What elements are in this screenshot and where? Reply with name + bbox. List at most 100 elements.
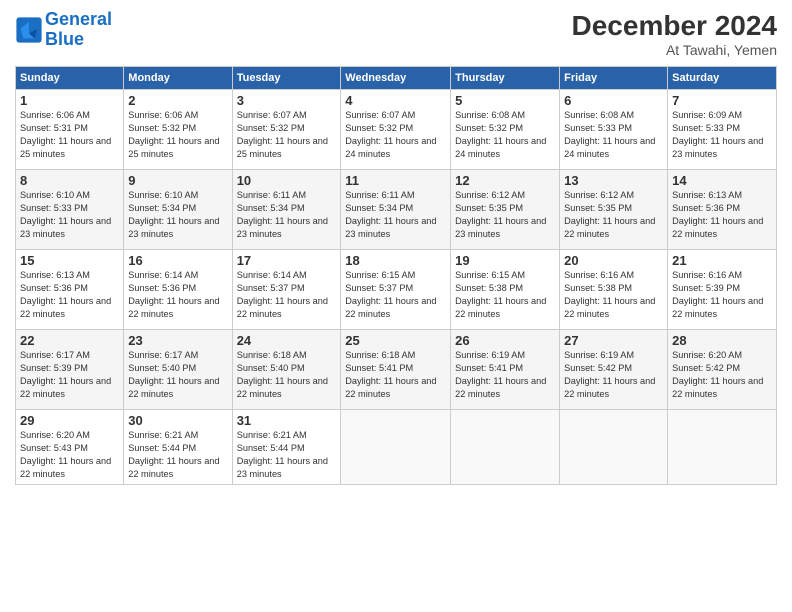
day-detail: Sunrise: 6:10 AMSunset: 5:34 PMDaylight:… — [128, 189, 227, 241]
col-sunday: Sunday — [16, 67, 124, 90]
calendar-week-3: 15 Sunrise: 6:13 AMSunset: 5:36 PMDaylig… — [16, 250, 777, 330]
calendar-cell — [560, 410, 668, 485]
calendar-cell: 23 Sunrise: 6:17 AMSunset: 5:40 PMDaylig… — [124, 330, 232, 410]
calendar-cell — [451, 410, 560, 485]
col-tuesday: Tuesday — [232, 67, 341, 90]
calendar-cell: 8 Sunrise: 6:10 AMSunset: 5:33 PMDayligh… — [16, 170, 124, 250]
calendar-cell: 19 Sunrise: 6:15 AMSunset: 5:38 PMDaylig… — [451, 250, 560, 330]
day-number: 26 — [455, 333, 555, 348]
page-header: General Blue December 2024 At Tawahi, Ye… — [15, 10, 777, 58]
day-number: 27 — [564, 333, 663, 348]
day-number: 25 — [345, 333, 446, 348]
day-detail: Sunrise: 6:10 AMSunset: 5:33 PMDaylight:… — [20, 189, 119, 241]
day-detail: Sunrise: 6:14 AMSunset: 5:36 PMDaylight:… — [128, 269, 227, 321]
day-detail: Sunrise: 6:09 AMSunset: 5:33 PMDaylight:… — [672, 109, 772, 161]
day-number: 14 — [672, 173, 772, 188]
page-container: General Blue December 2024 At Tawahi, Ye… — [0, 0, 792, 495]
day-number: 17 — [237, 253, 337, 268]
calendar-cell: 14 Sunrise: 6:13 AMSunset: 5:36 PMDaylig… — [668, 170, 777, 250]
calendar-cell: 4 Sunrise: 6:07 AMSunset: 5:32 PMDayligh… — [341, 90, 451, 170]
day-number: 31 — [237, 413, 337, 428]
day-number: 19 — [455, 253, 555, 268]
calendar-cell: 5 Sunrise: 6:08 AMSunset: 5:32 PMDayligh… — [451, 90, 560, 170]
day-number: 4 — [345, 93, 446, 108]
day-number: 23 — [128, 333, 227, 348]
day-detail: Sunrise: 6:07 AMSunset: 5:32 PMDaylight:… — [237, 109, 337, 161]
day-detail: Sunrise: 6:20 AMSunset: 5:43 PMDaylight:… — [20, 429, 119, 481]
calendar-cell: 26 Sunrise: 6:19 AMSunset: 5:41 PMDaylig… — [451, 330, 560, 410]
logo-icon — [15, 16, 43, 44]
day-detail: Sunrise: 6:12 AMSunset: 5:35 PMDaylight:… — [455, 189, 555, 241]
calendar-table: Sunday Monday Tuesday Wednesday Thursday… — [15, 66, 777, 485]
calendar-cell: 20 Sunrise: 6:16 AMSunset: 5:38 PMDaylig… — [560, 250, 668, 330]
calendar-cell: 1 Sunrise: 6:06 AMSunset: 5:31 PMDayligh… — [16, 90, 124, 170]
calendar-cell — [668, 410, 777, 485]
calendar-week-1: 1 Sunrise: 6:06 AMSunset: 5:31 PMDayligh… — [16, 90, 777, 170]
day-detail: Sunrise: 6:07 AMSunset: 5:32 PMDaylight:… — [345, 109, 446, 161]
day-detail: Sunrise: 6:16 AMSunset: 5:39 PMDaylight:… — [672, 269, 772, 321]
day-number: 7 — [672, 93, 772, 108]
day-detail: Sunrise: 6:08 AMSunset: 5:33 PMDaylight:… — [564, 109, 663, 161]
title-block: December 2024 At Tawahi, Yemen — [572, 10, 777, 58]
day-detail: Sunrise: 6:14 AMSunset: 5:37 PMDaylight:… — [237, 269, 337, 321]
day-number: 5 — [455, 93, 555, 108]
day-number: 2 — [128, 93, 227, 108]
day-number: 3 — [237, 93, 337, 108]
calendar-title: December 2024 — [572, 10, 777, 42]
day-number: 22 — [20, 333, 119, 348]
day-number: 30 — [128, 413, 227, 428]
calendar-week-4: 22 Sunrise: 6:17 AMSunset: 5:39 PMDaylig… — [16, 330, 777, 410]
day-number: 21 — [672, 253, 772, 268]
calendar-cell: 17 Sunrise: 6:14 AMSunset: 5:37 PMDaylig… — [232, 250, 341, 330]
day-number: 6 — [564, 93, 663, 108]
calendar-cell: 28 Sunrise: 6:20 AMSunset: 5:42 PMDaylig… — [668, 330, 777, 410]
calendar-cell: 30 Sunrise: 6:21 AMSunset: 5:44 PMDaylig… — [124, 410, 232, 485]
calendar-cell: 2 Sunrise: 6:06 AMSunset: 5:32 PMDayligh… — [124, 90, 232, 170]
calendar-cell: 21 Sunrise: 6:16 AMSunset: 5:39 PMDaylig… — [668, 250, 777, 330]
calendar-cell: 27 Sunrise: 6:19 AMSunset: 5:42 PMDaylig… — [560, 330, 668, 410]
calendar-cell: 31 Sunrise: 6:21 AMSunset: 5:44 PMDaylig… — [232, 410, 341, 485]
calendar-header-row: Sunday Monday Tuesday Wednesday Thursday… — [16, 67, 777, 90]
calendar-cell: 29 Sunrise: 6:20 AMSunset: 5:43 PMDaylig… — [16, 410, 124, 485]
calendar-week-2: 8 Sunrise: 6:10 AMSunset: 5:33 PMDayligh… — [16, 170, 777, 250]
calendar-cell: 15 Sunrise: 6:13 AMSunset: 5:36 PMDaylig… — [16, 250, 124, 330]
day-detail: Sunrise: 6:19 AMSunset: 5:41 PMDaylight:… — [455, 349, 555, 401]
calendar-cell: 24 Sunrise: 6:18 AMSunset: 5:40 PMDaylig… — [232, 330, 341, 410]
calendar-cell: 10 Sunrise: 6:11 AMSunset: 5:34 PMDaylig… — [232, 170, 341, 250]
col-friday: Friday — [560, 67, 668, 90]
logo: General Blue — [15, 10, 112, 50]
day-detail: Sunrise: 6:06 AMSunset: 5:31 PMDaylight:… — [20, 109, 119, 161]
day-number: 16 — [128, 253, 227, 268]
day-detail: Sunrise: 6:18 AMSunset: 5:41 PMDaylight:… — [345, 349, 446, 401]
day-number: 24 — [237, 333, 337, 348]
day-detail: Sunrise: 6:17 AMSunset: 5:40 PMDaylight:… — [128, 349, 227, 401]
day-detail: Sunrise: 6:18 AMSunset: 5:40 PMDaylight:… — [237, 349, 337, 401]
day-number: 28 — [672, 333, 772, 348]
day-number: 29 — [20, 413, 119, 428]
day-detail: Sunrise: 6:06 AMSunset: 5:32 PMDaylight:… — [128, 109, 227, 161]
col-saturday: Saturday — [668, 67, 777, 90]
day-detail: Sunrise: 6:21 AMSunset: 5:44 PMDaylight:… — [128, 429, 227, 481]
day-number: 10 — [237, 173, 337, 188]
day-number: 1 — [20, 93, 119, 108]
day-detail: Sunrise: 6:17 AMSunset: 5:39 PMDaylight:… — [20, 349, 119, 401]
calendar-cell: 3 Sunrise: 6:07 AMSunset: 5:32 PMDayligh… — [232, 90, 341, 170]
day-number: 18 — [345, 253, 446, 268]
day-number: 12 — [455, 173, 555, 188]
day-number: 15 — [20, 253, 119, 268]
day-detail: Sunrise: 6:12 AMSunset: 5:35 PMDaylight:… — [564, 189, 663, 241]
calendar-cell: 6 Sunrise: 6:08 AMSunset: 5:33 PMDayligh… — [560, 90, 668, 170]
calendar-cell: 22 Sunrise: 6:17 AMSunset: 5:39 PMDaylig… — [16, 330, 124, 410]
day-number: 13 — [564, 173, 663, 188]
day-detail: Sunrise: 6:20 AMSunset: 5:42 PMDaylight:… — [672, 349, 772, 401]
day-number: 11 — [345, 173, 446, 188]
calendar-cell: 11 Sunrise: 6:11 AMSunset: 5:34 PMDaylig… — [341, 170, 451, 250]
day-detail: Sunrise: 6:13 AMSunset: 5:36 PMDaylight:… — [20, 269, 119, 321]
calendar-cell: 7 Sunrise: 6:09 AMSunset: 5:33 PMDayligh… — [668, 90, 777, 170]
day-detail: Sunrise: 6:13 AMSunset: 5:36 PMDaylight:… — [672, 189, 772, 241]
calendar-cell: 18 Sunrise: 6:15 AMSunset: 5:37 PMDaylig… — [341, 250, 451, 330]
col-thursday: Thursday — [451, 67, 560, 90]
calendar-subtitle: At Tawahi, Yemen — [572, 42, 777, 58]
day-number: 20 — [564, 253, 663, 268]
day-number: 8 — [20, 173, 119, 188]
